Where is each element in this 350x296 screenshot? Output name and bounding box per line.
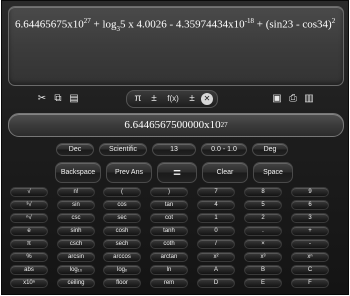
- prev-answer-button[interactable]: Prev Ans: [106, 162, 152, 183]
- key-button[interactable]: logₓ: [103, 265, 141, 275]
- key-button[interactable]: x³: [244, 252, 282, 262]
- print-icon[interactable]: ⎙: [286, 92, 300, 106]
- equals-button[interactable]: =: [157, 162, 197, 183]
- key-button[interactable]: 9: [291, 187, 329, 197]
- copy-icon[interactable]: ⧉: [51, 92, 65, 106]
- paste-icon[interactable]: ▤: [67, 92, 81, 106]
- base-select-button[interactable]: Dec: [56, 143, 94, 156]
- key-button[interactable]: abs: [10, 265, 48, 275]
- key-button[interactable]: arctan: [150, 252, 188, 262]
- key-button[interactable]: x10ⁿ: [10, 278, 48, 288]
- key-button[interactable]: n!: [57, 187, 95, 197]
- key-button[interactable]: 3: [291, 213, 329, 223]
- key-button[interactable]: ): [150, 187, 188, 197]
- result-exponent: 27: [220, 121, 228, 129]
- key-button[interactable]: 7: [197, 187, 235, 197]
- key-button[interactable]: cos: [103, 200, 141, 210]
- backspace-button[interactable]: Backspace: [55, 162, 101, 183]
- space-button[interactable]: Space: [253, 162, 293, 183]
- key-button[interactable]: ³√: [10, 200, 48, 210]
- key-button[interactable]: .: [244, 226, 282, 236]
- calculator-window: 6.64465675x1027 + log35 x 4.0026 - 4.359…: [1, 0, 349, 295]
- function-toolbar: π ± f(x) ± ✕: [126, 90, 218, 108]
- key-button[interactable]: rem: [150, 278, 188, 288]
- key-button[interactable]: ⁿ√: [10, 213, 48, 223]
- open-icon[interactable]: ▥: [302, 92, 316, 106]
- key-button[interactable]: A: [197, 265, 235, 275]
- key-button[interactable]: 0: [197, 226, 235, 236]
- expression-display[interactable]: 6.64465675x1027 + log35 x 4.0026 - 4.359…: [8, 6, 344, 86]
- key-button[interactable]: tanh: [150, 226, 188, 236]
- key-button[interactable]: +: [291, 226, 329, 236]
- key-button[interactable]: floor: [103, 278, 141, 288]
- key-button[interactable]: 8: [244, 187, 282, 197]
- range-select-button[interactable]: 0.0 - 1.0: [201, 143, 247, 156]
- key-button[interactable]: ×: [244, 239, 282, 249]
- scissors-icon[interactable]: ✂: [35, 92, 49, 106]
- key-button[interactable]: /: [197, 239, 235, 249]
- edit-toolbar: ✂ ⧉ ▤: [35, 90, 81, 108]
- key-button[interactable]: (: [103, 187, 141, 197]
- save-icon[interactable]: ▣: [270, 92, 284, 106]
- key-button[interactable]: F: [291, 278, 329, 288]
- function-toolbar-group: π ± f(x) ± ✕: [126, 90, 218, 108]
- key-button[interactable]: cot: [150, 213, 188, 223]
- key-button[interactable]: E: [244, 278, 282, 288]
- key-button[interactable]: 5: [244, 200, 282, 210]
- key-button[interactable]: sech: [103, 239, 141, 249]
- key-button[interactable]: √: [10, 187, 48, 197]
- key-button[interactable]: tan: [150, 200, 188, 210]
- key-button[interactable]: 4: [197, 200, 235, 210]
- key-button[interactable]: 1: [197, 213, 235, 223]
- key-button[interactable]: sin: [57, 200, 95, 210]
- key-button[interactable]: sinh: [57, 226, 95, 236]
- close-icon[interactable]: ✕: [201, 93, 213, 105]
- key-button[interactable]: sec: [103, 213, 141, 223]
- expression-text: 6.64465675x1027 + log35 x 4.0026 - 4.359…: [15, 17, 336, 33]
- key-button[interactable]: %: [10, 252, 48, 262]
- key-button[interactable]: C: [291, 265, 329, 275]
- angle-unit-button[interactable]: Deg: [252, 143, 288, 156]
- clear-button[interactable]: Clear: [202, 162, 248, 183]
- key-button[interactable]: cosh: [103, 226, 141, 236]
- result-display: 6.6446567500000x10 27: [8, 113, 344, 137]
- key-button[interactable]: arccos: [103, 252, 141, 262]
- key-button[interactable]: log₁₀: [57, 265, 95, 275]
- key-button[interactable]: x²: [197, 252, 235, 262]
- notation-select-button[interactable]: Scientific: [99, 143, 147, 156]
- key-button[interactable]: coth: [150, 239, 188, 249]
- key-button[interactable]: ceiling: [57, 278, 95, 288]
- key-button[interactable]: csch: [57, 239, 95, 249]
- pi-icon[interactable]: π: [131, 92, 145, 106]
- key-button[interactable]: csc: [57, 213, 95, 223]
- key-button[interactable]: ln: [150, 265, 188, 275]
- key-button[interactable]: D: [197, 278, 235, 288]
- function-icon[interactable]: f(x): [163, 92, 183, 106]
- key-button[interactable]: e: [10, 226, 48, 236]
- key-button[interactable]: xⁿ: [291, 252, 329, 262]
- key-button[interactable]: B: [244, 265, 282, 275]
- result-mantissa: 6.6446567500000x10: [124, 119, 221, 131]
- key-button[interactable]: arcsin: [57, 252, 95, 262]
- key-button[interactable]: -: [291, 239, 329, 249]
- calc-symbols-icon[interactable]: ±: [185, 92, 199, 106]
- file-toolbar: ▣ ⎙ ▥: [270, 90, 316, 108]
- key-button[interactable]: 6: [291, 200, 329, 210]
- precision-select-button[interactable]: 13: [152, 143, 196, 156]
- key-button[interactable]: π: [10, 239, 48, 249]
- key-button[interactable]: 2: [244, 213, 282, 223]
- plus-minus-icon[interactable]: ±: [147, 92, 161, 106]
